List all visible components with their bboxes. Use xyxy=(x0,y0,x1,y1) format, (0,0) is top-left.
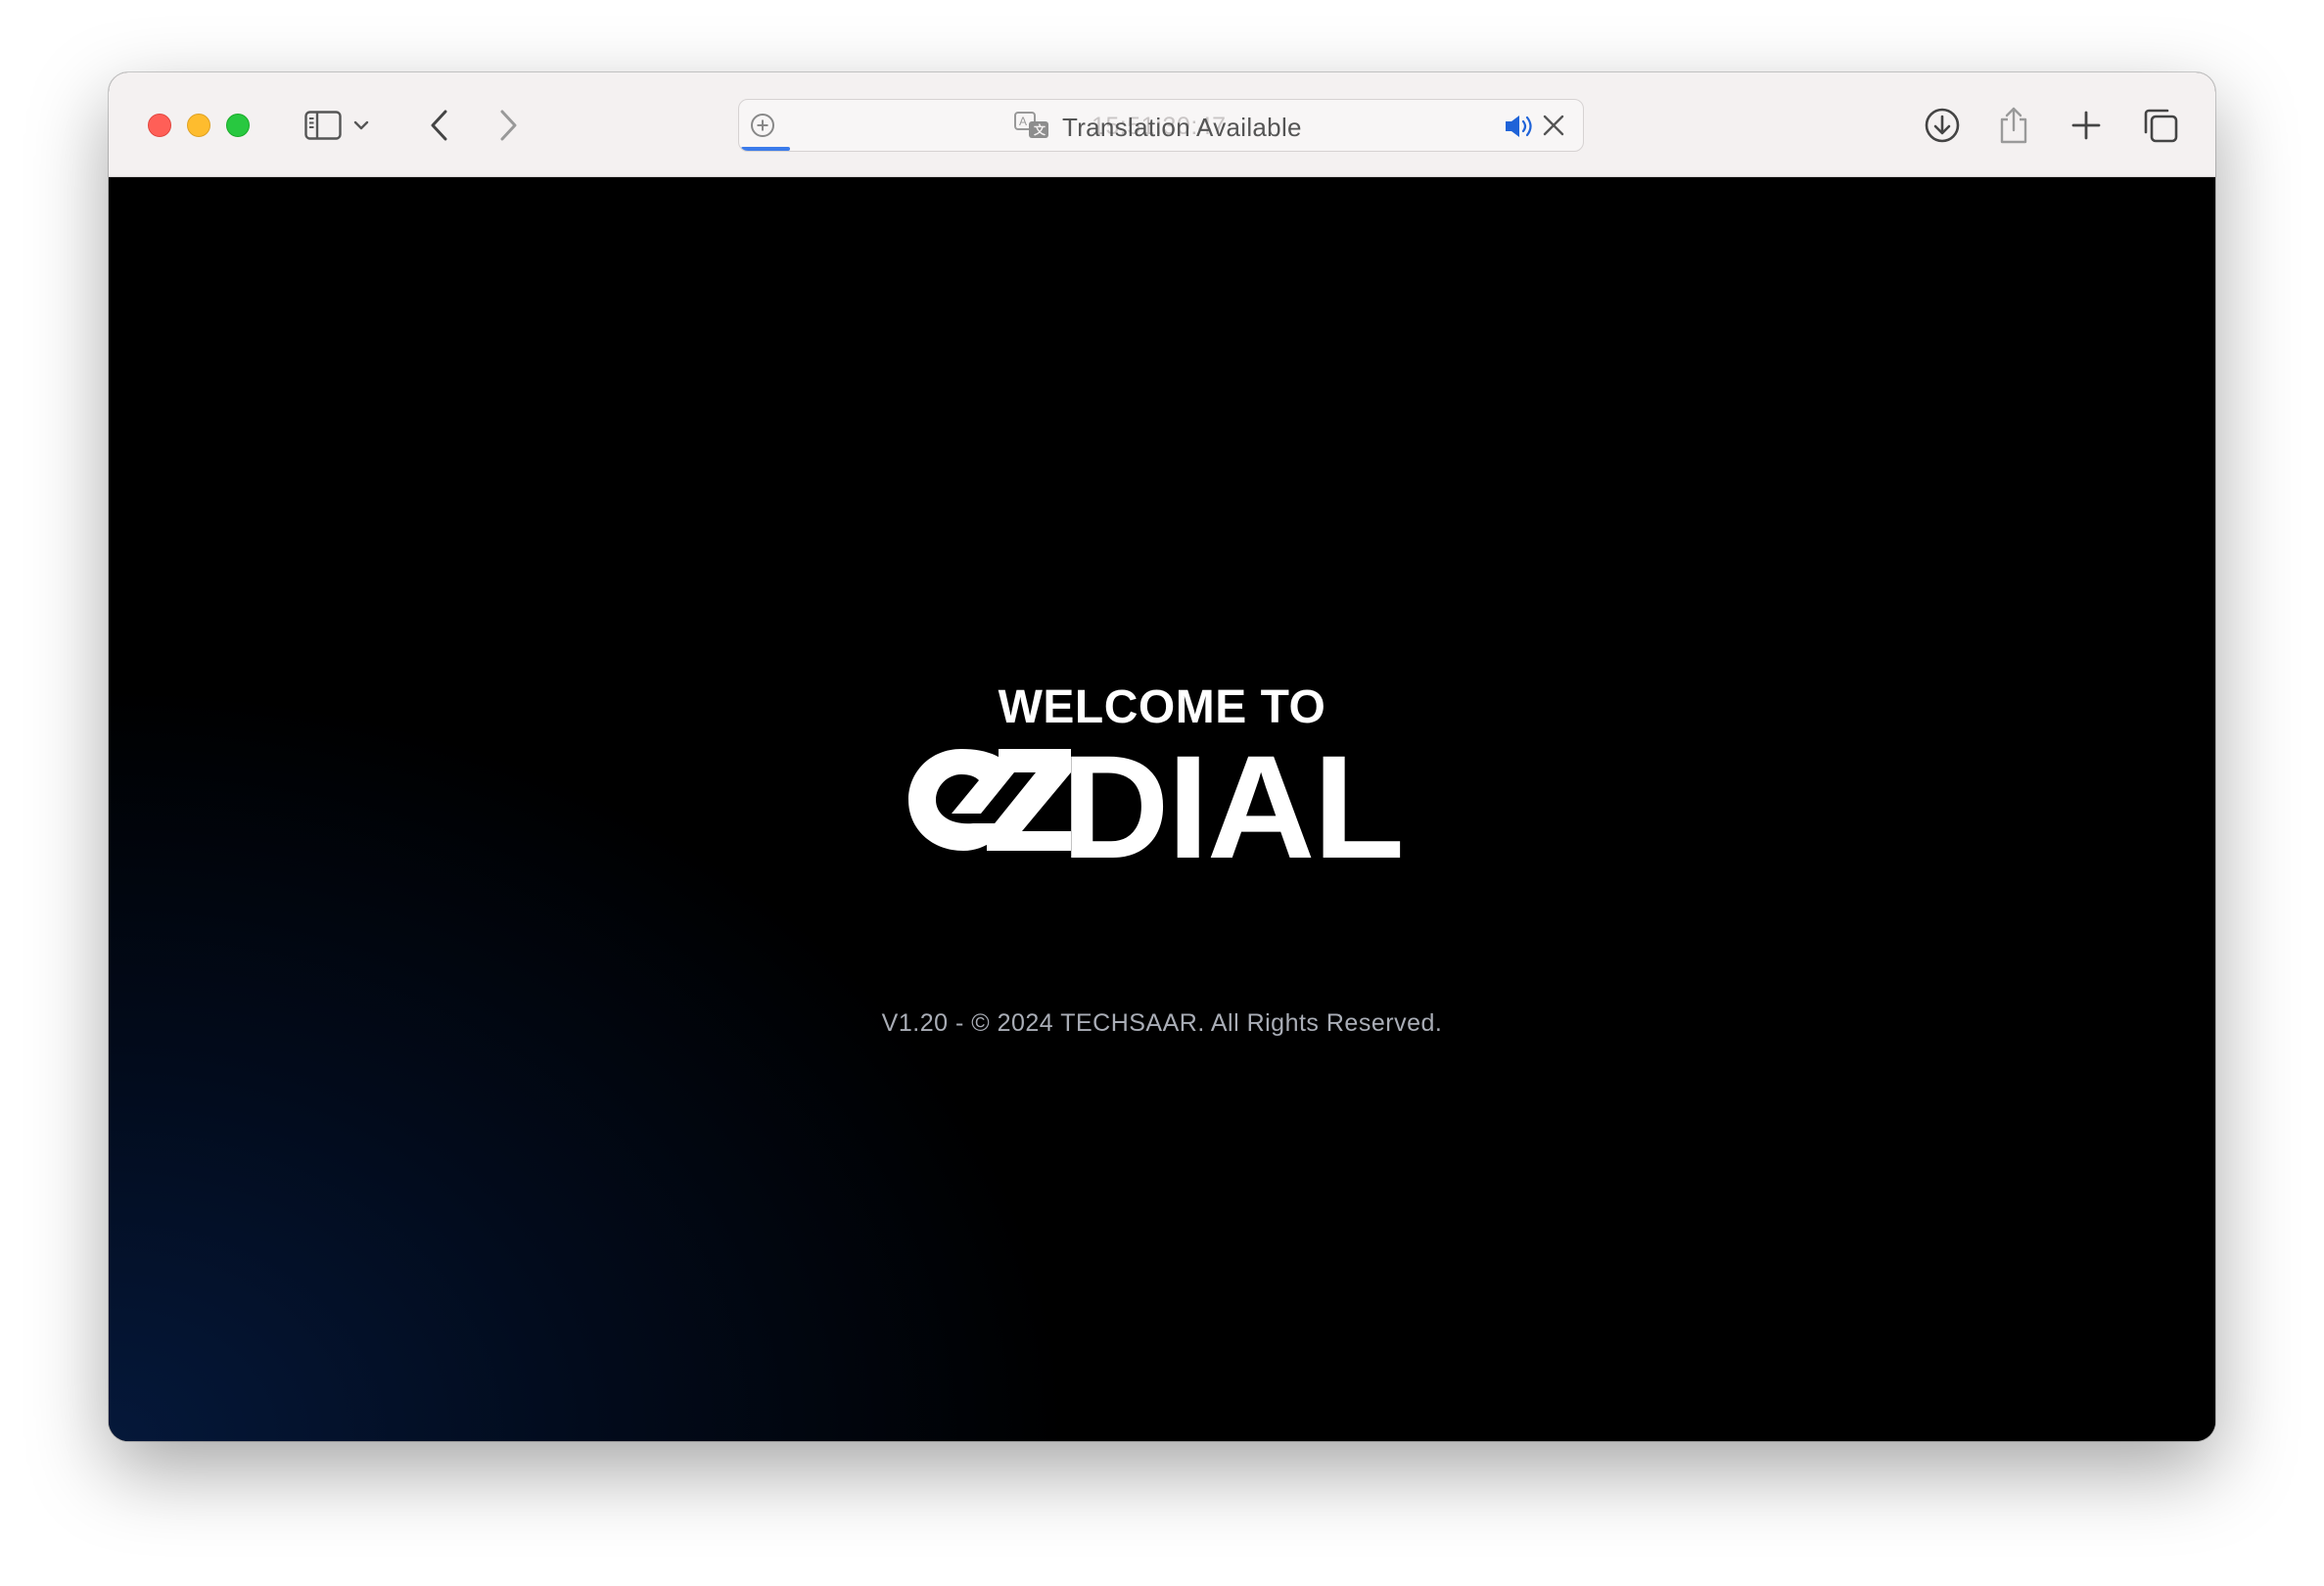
ez-monogram-icon xyxy=(908,749,1071,851)
page-content: WELCOME TO DIAL V1.20 - © 2024 TECHSAAR.… xyxy=(109,177,2215,1441)
svg-text:A: A xyxy=(1019,115,1027,128)
copyright-text: V1.20 - © 2024 TECHSAAR. All Rights Rese… xyxy=(881,1009,1443,1037)
forward-button[interactable] xyxy=(488,102,528,149)
window-close-button[interactable] xyxy=(148,114,171,137)
ezdial-logo: DIAL xyxy=(905,733,1419,880)
downloads-button[interactable] xyxy=(1920,102,1965,149)
new-tab-button[interactable] xyxy=(2067,102,2106,149)
translate-button[interactable]: A 文 xyxy=(1013,111,1052,147)
speaker-icon xyxy=(1506,116,1532,137)
page-menu-button[interactable] xyxy=(749,112,776,144)
translate-icon: A 文 xyxy=(1014,112,1048,138)
tabs-overview-button[interactable] xyxy=(2139,102,2182,149)
audio-button[interactable] xyxy=(1503,113,1536,145)
window-maximize-button[interactable] xyxy=(226,114,250,137)
close-icon xyxy=(1543,115,1564,136)
download-icon xyxy=(1925,108,1960,143)
share-icon xyxy=(2000,107,2027,144)
sidebar-toggle-button[interactable] xyxy=(301,102,346,149)
page-load-progress xyxy=(741,147,790,151)
browser-toolbar: A 文 15:51:30:47 Translation Available xyxy=(109,72,2215,177)
chevron-right-icon xyxy=(500,110,517,141)
chevron-down-icon xyxy=(353,120,369,130)
svg-text:文: 文 xyxy=(1034,122,1046,137)
browser-window: A 文 15:51:30:47 Translation Available WE… xyxy=(109,72,2215,1441)
tabs-overview-icon xyxy=(2144,109,2178,143)
share-button[interactable] xyxy=(1994,102,2033,149)
chevron-left-icon xyxy=(431,110,447,141)
sidebar-menu-button[interactable] xyxy=(349,102,373,149)
sidebar-icon xyxy=(304,111,342,140)
window-minimize-button[interactable] xyxy=(187,114,210,137)
back-button[interactable] xyxy=(420,102,459,149)
logo-wordmark: DIAL xyxy=(1061,724,1405,889)
dismiss-translation-button[interactable] xyxy=(1542,114,1565,142)
plus-circle-icon xyxy=(751,114,774,137)
address-bar[interactable]: A 文 15:51:30:47 Translation Available xyxy=(738,99,1584,152)
plus-icon xyxy=(2071,111,2101,140)
translation-available-label: Translation Available xyxy=(1062,113,1302,142)
